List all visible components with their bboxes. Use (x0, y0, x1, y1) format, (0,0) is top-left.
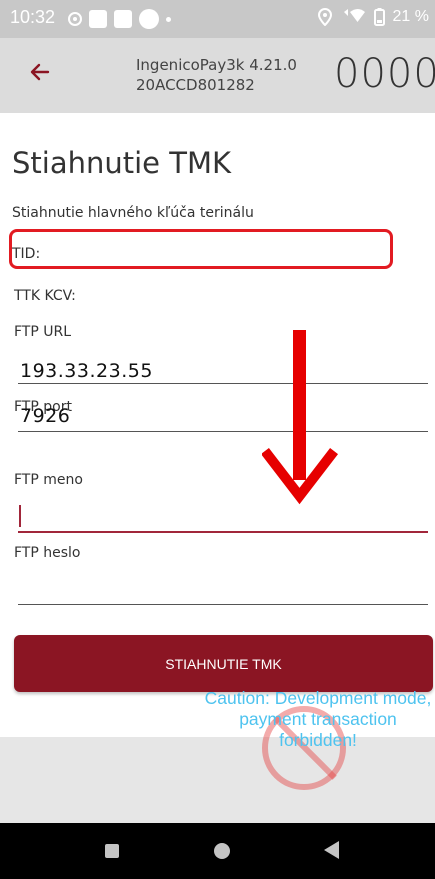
notification-icon (68, 12, 82, 26)
ftp-url-underline (18, 383, 428, 384)
text-cursor (19, 505, 21, 527)
development-mode-warning: Caution: Development mode, payment trans… (204, 688, 432, 750)
ftp-url-label: FTP URL (14, 324, 72, 340)
page-subtitle: Stiahnutie hlavného kľúča terinálu (12, 205, 254, 221)
app-info: IngenicoPay3k 4.21.0 20ACCD801282 (136, 55, 297, 95)
status-time: 10:32 (10, 7, 56, 27)
home-icon[interactable] (214, 843, 230, 859)
ftp-port-input[interactable]: 7926 (20, 405, 70, 427)
download-tmk-button[interactable]: STIAHNUTIE TMK (14, 635, 433, 692)
ftp-password-label: FTP heslo (14, 545, 81, 561)
tid-label: TID: (12, 246, 41, 262)
down-arrow-icon (262, 330, 339, 505)
ttk-kcv-label: TTK KCV: (14, 288, 76, 304)
recents-icon[interactable] (105, 844, 119, 858)
notification-icon (89, 10, 107, 28)
page-title: Stiahnutie TMK (12, 146, 231, 180)
terminal-id: 20ACCD801282 (136, 76, 255, 94)
app-bar: IngenicoPay3k 4.21.0 20ACCD801282 0000 (0, 38, 435, 113)
ftp-name-underline (18, 531, 428, 533)
notification-icon (114, 10, 132, 28)
ftp-port-underline (18, 431, 428, 432)
wifi-icon (343, 9, 365, 22)
back-arrow-icon[interactable] (24, 56, 56, 88)
navigation-bar (0, 823, 435, 879)
location-icon (317, 8, 332, 26)
notification-icons (68, 9, 171, 29)
ftp-password-underline (18, 604, 428, 605)
app-name: IngenicoPay3k 4.21.0 (136, 56, 297, 74)
status-icons: 21 % (317, 8, 429, 26)
status-bar: 10:32 21 % (0, 0, 435, 38)
ftp-url-input[interactable]: 193.33.23.55 (20, 360, 153, 382)
back-triangle-icon[interactable] (322, 840, 340, 860)
ftp-name-label: FTP meno (14, 472, 83, 488)
battery-percent: 21 % (392, 8, 429, 25)
notification-icon (139, 9, 159, 29)
battery-icon (373, 8, 385, 26)
tid-highlight-box (9, 229, 393, 269)
more-notifications-icon (166, 16, 171, 22)
transaction-counter: 0000 (334, 51, 435, 97)
